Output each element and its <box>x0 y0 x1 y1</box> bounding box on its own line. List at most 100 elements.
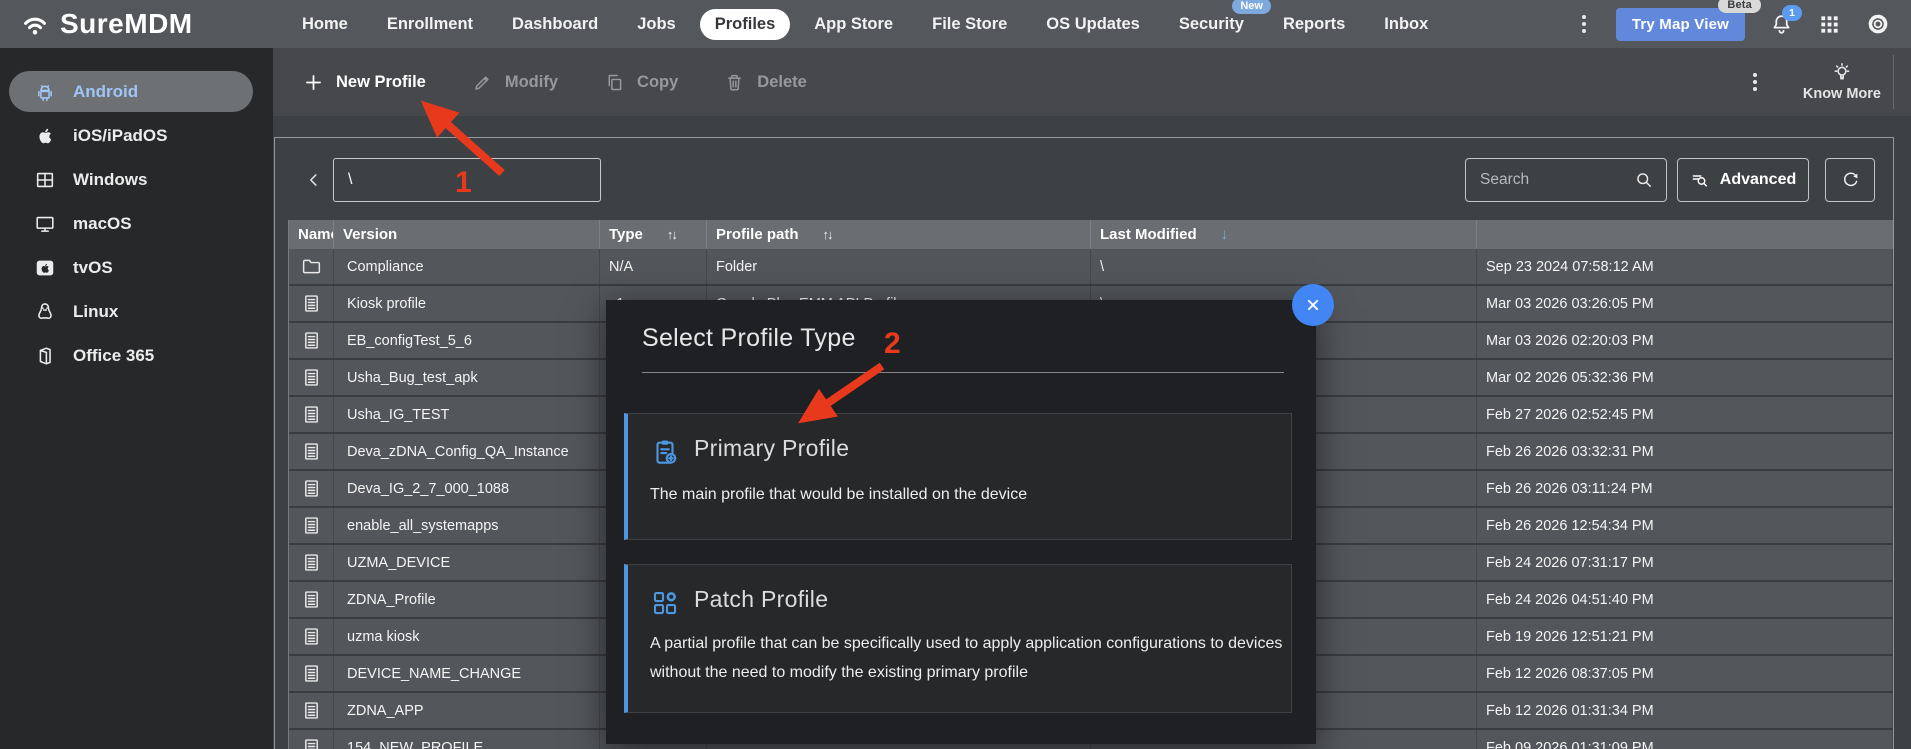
column-header-name[interactable]: Name ↑↓ <box>289 220 334 249</box>
nav-item-reports[interactable]: Reports <box>1268 9 1360 40</box>
suremdm-app: SureMDM Home Enrollment Dashboard Jobs P… <box>0 0 1911 749</box>
cell-name: Usha_IG_TEST <box>334 397 600 432</box>
doc-icon <box>301 589 322 610</box>
cell-name: Deva_IG_2_7_000_1088 <box>334 471 600 506</box>
sort-icon[interactable]: ↑↓ <box>823 227 832 242</box>
sidebar-item-android[interactable]: Android <box>9 71 253 112</box>
brand-logo[interactable]: SureMDM <box>20 8 235 40</box>
doc-icon <box>301 663 322 684</box>
settings-button[interactable] <box>1865 11 1891 37</box>
lightbulb-icon <box>1831 62 1853 84</box>
nav-item-dashboard[interactable]: Dashboard <box>497 9 613 40</box>
column-header-last-modified[interactable]: Last Modified ↓ <box>1091 220 1477 249</box>
nav-item-file-store[interactable]: File Store <box>917 9 1022 40</box>
primary-profile-icon <box>650 436 680 468</box>
search-box <box>1465 158 1667 202</box>
gear-icon <box>1865 11 1891 37</box>
monitor-icon <box>34 213 56 235</box>
folder-path-input[interactable] <box>333 158 601 202</box>
dialog-close-button[interactable] <box>1292 284 1334 326</box>
profile-type-title: Primary Profile <box>694 435 849 462</box>
doc-icon <box>301 552 322 573</box>
search-icon[interactable] <box>1634 170 1654 190</box>
cell-last-modified: Feb 26 2026 03:32:31 PM <box>1477 434 1893 469</box>
nav-item-security[interactable]: Security New <box>1164 9 1259 40</box>
apple-icon <box>34 125 56 147</box>
nav-overflow-menu-icon[interactable] <box>1576 11 1592 37</box>
cell-last-modified: Feb 26 2026 03:11:24 PM <box>1477 471 1893 506</box>
top-nav-menu: Home Enrollment Dashboard Jobs Profiles … <box>287 9 1443 40</box>
back-chevron-button[interactable] <box>303 168 325 192</box>
column-header-profile-path[interactable]: Profile path ↑↓ <box>707 220 1091 249</box>
nav-item-jobs[interactable]: Jobs <box>622 9 691 40</box>
sidebar-item-linux[interactable]: Linux <box>9 291 253 332</box>
cell-name: EB_configTest_5_6 <box>334 323 600 358</box>
trash-icon <box>724 72 745 93</box>
cell-name: 154_NEW_PROFILE <box>334 730 600 749</box>
doc-icon <box>301 441 322 462</box>
search-input[interactable] <box>1478 170 1626 190</box>
modify-button[interactable]: Modify <box>472 72 558 93</box>
cell-last-modified: Sep 23 2024 07:58:12 AM <box>1477 249 1893 284</box>
sort-icon[interactable]: ↓ <box>1221 226 1229 243</box>
cell-name: ZDNA_Profile <box>334 582 600 617</box>
nav-item-profiles[interactable]: Profiles <box>700 9 791 40</box>
table-row-compliance[interactable]: Compliance N/A Folder \ Sep 23 2024 07:5… <box>289 249 1893 286</box>
copy-icon <box>604 72 625 93</box>
nav-item-enrollment[interactable]: Enrollment <box>372 9 488 40</box>
advanced-search-button[interactable]: Advanced <box>1677 158 1809 202</box>
profile-type-description: A partial profile that can be specifical… <box>650 629 1290 687</box>
table-header-row: Name ↑↓ Version Type ↑↓ Profile path ↑↓ … <box>289 220 1893 249</box>
sidebar-item-ios-ipados[interactable]: iOS/iPadOS <box>9 115 253 156</box>
doc-icon <box>301 330 322 351</box>
select-profile-type-dialog: Select Profile Type Primary Profile The … <box>606 300 1316 744</box>
sort-icon[interactable]: ↑↓ <box>667 227 676 242</box>
cell-last-modified: Feb 12 2026 01:31:34 PM <box>1477 693 1893 728</box>
close-icon <box>1303 295 1323 315</box>
nav-item-app-store[interactable]: App Store <box>799 9 908 40</box>
option-patch-profile[interactable]: Patch Profile A partial profile that can… <box>624 564 1292 713</box>
doc-icon <box>301 737 322 749</box>
sidebar-item-tvos[interactable]: tvOS <box>9 247 253 288</box>
doc-icon <box>301 626 322 647</box>
cell-name: uzma kiosk <box>334 619 600 654</box>
cell-profile-path: \ <box>1091 249 1477 284</box>
cell-name: Kiosk profile <box>334 286 600 321</box>
new-profile-button[interactable]: New Profile <box>303 72 426 93</box>
nav-item-inbox[interactable]: Inbox <box>1369 9 1443 40</box>
try-map-view-button[interactable]: Try Map View Beta <box>1616 8 1745 41</box>
option-primary-profile[interactable]: Primary Profile The main profile that wo… <box>624 413 1292 540</box>
cell-name: ZDNA_APP <box>334 693 600 728</box>
cell-type: Folder <box>707 249 1091 284</box>
profile-type-description: The main profile that would be installed… <box>650 480 1290 509</box>
cell-name: UZMA_DEVICE <box>334 545 600 580</box>
grid-icon <box>1818 13 1841 36</box>
sidebar-item-office-365[interactable]: Office 365 <box>9 335 253 376</box>
know-more-button[interactable]: Know More <box>1803 62 1881 102</box>
doc-icon <box>301 478 322 499</box>
doc-icon <box>301 515 322 536</box>
sidebar-item-windows[interactable]: Windows <box>9 159 253 200</box>
dialog-title: Select Profile Type <box>642 324 856 353</box>
doc-icon <box>301 293 322 314</box>
column-header-type[interactable]: Type ↑↓ <box>600 220 707 249</box>
nav-item-os-updates[interactable]: OS Updates <box>1031 9 1155 40</box>
dialog-divider <box>642 372 1284 373</box>
advanced-filter-icon <box>1690 170 1710 190</box>
cell-last-modified: Feb 09 2026 01:31:09 PM <box>1477 730 1893 749</box>
notification-count-badge: 1 <box>1782 5 1802 21</box>
profile-type-title: Patch Profile <box>694 586 828 613</box>
cell-name: DEVICE_NAME_CHANGE <box>334 656 600 691</box>
delete-button[interactable]: Delete <box>724 72 807 93</box>
copy-button[interactable]: Copy <box>604 72 678 93</box>
notifications-button[interactable]: 1 <box>1769 12 1794 37</box>
column-header-version[interactable]: Version <box>334 220 600 249</box>
nav-item-home[interactable]: Home <box>287 9 363 40</box>
apps-grid-button[interactable] <box>1818 13 1841 36</box>
cell-name: Deva_zDNA_Config_QA_Instance <box>334 434 600 469</box>
toolbar-overflow-menu-icon[interactable] <box>1747 69 1763 95</box>
office-icon <box>34 345 56 367</box>
sidebar-item-macos[interactable]: macOS <box>9 203 253 244</box>
android-icon <box>34 81 56 103</box>
refresh-button[interactable] <box>1825 158 1875 202</box>
